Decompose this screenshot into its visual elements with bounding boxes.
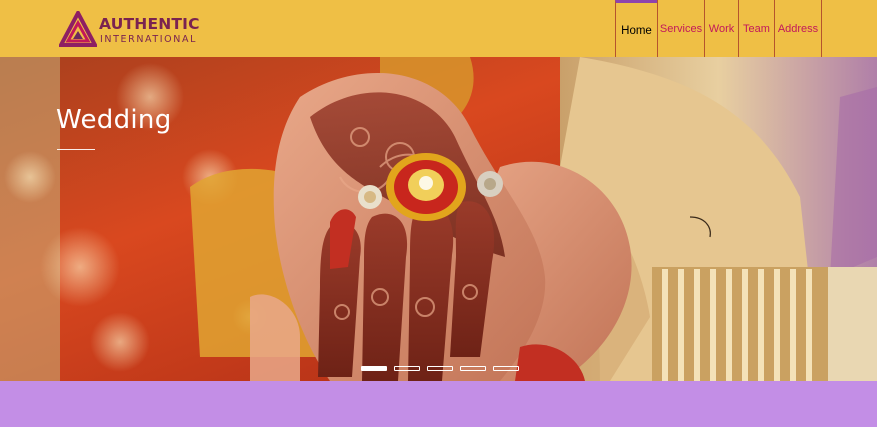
slide-dot-5[interactable] — [493, 366, 519, 371]
section-band — [0, 381, 877, 427]
slide-dot-1[interactable] — [361, 366, 387, 371]
brand-name: AUTHENTIC — [99, 15, 200, 33]
hero-slider[interactable]: Wedding — [0, 57, 877, 381]
brand-subtitle: INTERNATIONAL — [100, 34, 197, 45]
slider-pagination — [361, 366, 519, 371]
slide-dot-4[interactable] — [460, 366, 486, 371]
slide-dot-2[interactable] — [394, 366, 420, 371]
logo-triangle-icon — [59, 11, 97, 47]
nav-work[interactable]: Work — [704, 0, 738, 57]
main-nav: Home Services Work Team Address — [615, 0, 822, 57]
nav-team[interactable]: Team — [738, 0, 774, 57]
nav-home[interactable]: Home — [615, 0, 657, 57]
nav-address[interactable]: Address — [774, 0, 822, 57]
site-header: AUTHENTIC INTERNATIONAL Home Services Wo… — [0, 0, 877, 57]
slide-dot-3[interactable] — [427, 366, 453, 371]
nav-services[interactable]: Services — [657, 0, 704, 57]
slide-title: Wedding — [56, 105, 172, 135]
brand-logo[interactable]: AUTHENTIC INTERNATIONAL — [59, 11, 200, 49]
title-underline — [57, 149, 95, 150]
